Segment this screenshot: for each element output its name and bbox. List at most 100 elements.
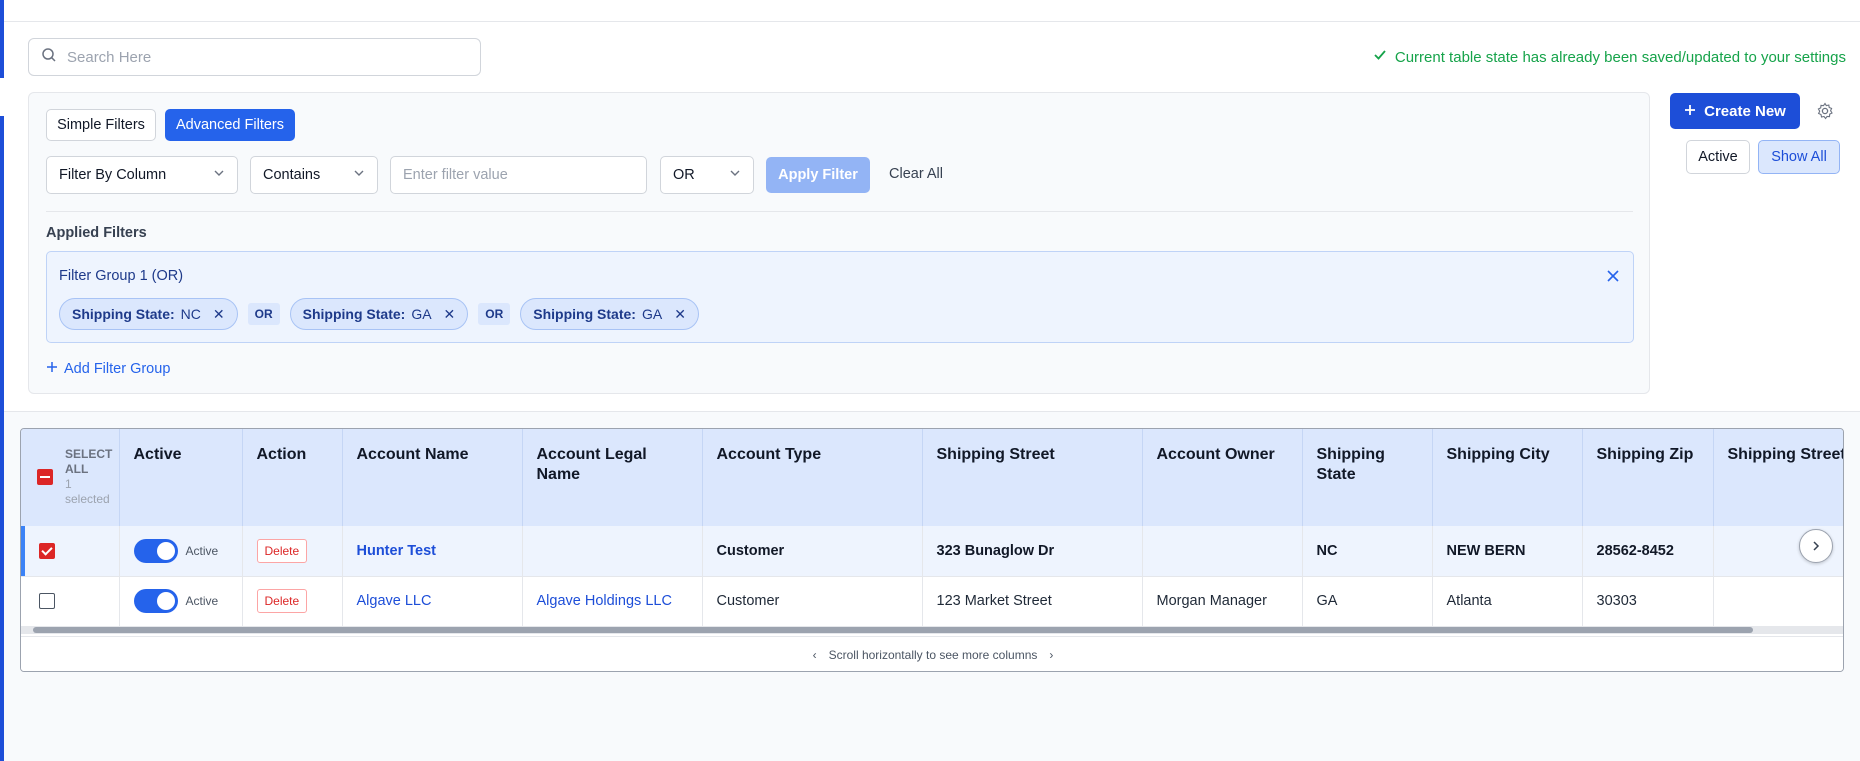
controls-panel: Current table state has already been sav…: [4, 22, 1860, 412]
remove-chip-icon[interactable]: ✕: [213, 306, 225, 323]
legal-name-link[interactable]: Algave Holdings LLC: [537, 593, 672, 609]
column-header[interactable]: Account Type: [702, 429, 923, 526]
filter-chip[interactable]: Shipping State: GA ✕: [520, 298, 699, 330]
check-icon: [1373, 48, 1387, 66]
shipping-city-cell: Atlanta: [1432, 576, 1583, 627]
chevron-down-icon: [729, 167, 741, 183]
table-row[interactable]: Active Delete Algave LLC Algave Holdings…: [21, 576, 1843, 627]
shipping-state-cell: GA: [1302, 576, 1433, 627]
scroll-hint-text: Scroll horizontally to see more columns: [828, 647, 1038, 662]
column-header[interactable]: Shipping Zip: [1582, 429, 1714, 526]
view-active-button[interactable]: Active: [1686, 140, 1750, 174]
chip-value: NC: [180, 306, 201, 322]
top-header-strip: [4, 0, 1860, 22]
column-header[interactable]: Shipping Street: [1713, 429, 1843, 526]
or-connector: OR: [478, 303, 511, 325]
divider: [46, 211, 1633, 212]
plus-icon: [1684, 103, 1696, 120]
saved-status: Current table state has already been sav…: [1373, 48, 1846, 66]
active-toggle-label: Active: [185, 543, 219, 558]
plus-icon: [46, 361, 58, 377]
delete-button[interactable]: Delete: [256, 538, 308, 563]
row-checkbox[interactable]: [39, 542, 55, 559]
remove-chip-icon[interactable]: ✕: [674, 306, 686, 323]
shipping-city-cell: NEW BERN: [1432, 526, 1583, 577]
search-icon: [41, 47, 57, 67]
tab-advanced-filters[interactable]: Advanced Filters: [165, 109, 295, 141]
search-box[interactable]: [28, 38, 481, 76]
filter-value-input[interactable]: [390, 156, 647, 194]
column-header[interactable]: Account Owner: [1142, 429, 1303, 526]
add-filter-group-button[interactable]: Add Filter Group: [46, 361, 170, 377]
chevron-down-icon: [353, 167, 365, 183]
filter-panel: Simple Filters Advanced Filters Filter B…: [28, 92, 1650, 394]
delete-button[interactable]: Delete: [256, 589, 308, 613]
create-new-label: Create New: [1704, 102, 1786, 120]
shipping-zip-cell: 30303: [1582, 576, 1714, 627]
shipping-zip-cell: 28562-8452: [1582, 526, 1714, 577]
shipping-state-cell: NC: [1302, 526, 1433, 577]
chip-value: GA: [641, 306, 663, 322]
filter-chips: Shipping State: NC ✕ OR Shipping State: …: [59, 298, 699, 330]
table-row[interactable]: Active Delete Hunter Test Customer 323 B…: [21, 526, 1843, 577]
scrollbar-thumb[interactable]: [33, 627, 1753, 633]
select-all-header[interactable]: SELECT ALL 1 selected: [21, 429, 120, 526]
accounts-table: SELECT ALL 1 selected Active Action Acco…: [20, 428, 1844, 672]
filter-group: Filter Group 1 (OR) Shipping State: NC ✕…: [46, 251, 1634, 343]
chevron-left-icon: ‹: [812, 647, 817, 662]
select-all-checkbox[interactable]: [37, 469, 53, 485]
column-header[interactable]: Active: [119, 429, 243, 526]
chevron-down-icon: [213, 167, 225, 183]
shipping-street-2-cell: [1713, 576, 1843, 627]
remove-chip-icon[interactable]: ✕: [444, 306, 456, 323]
select-all-label: SELECT ALL 1 selected: [65, 447, 113, 506]
column-header[interactable]: Account Name: [342, 429, 523, 526]
create-new-button[interactable]: Create New: [1670, 93, 1800, 129]
row-checkbox[interactable]: [39, 593, 55, 610]
active-toggle[interactable]: [133, 589, 178, 613]
clear-all-button[interactable]: Clear All: [889, 166, 943, 182]
apply-filter-button[interactable]: Apply Filter: [766, 157, 870, 193]
chip-value: GA: [411, 306, 432, 322]
filter-operator-select[interactable]: Contains: [250, 156, 378, 194]
shipping-street-cell: 323 Bunaglow Dr: [922, 526, 1143, 577]
filter-logic-value: OR: [673, 167, 695, 183]
filter-chip[interactable]: Shipping State: NC ✕: [59, 298, 238, 330]
filter-operator-value: Contains: [263, 167, 321, 183]
view-show-all-button[interactable]: Show All: [1758, 140, 1840, 174]
column-header[interactable]: Account Legal Name: [522, 429, 703, 526]
add-filter-group-label: Add Filter Group: [64, 361, 171, 377]
or-connector: OR: [247, 303, 280, 325]
filter-column-select[interactable]: Filter By Column: [46, 156, 238, 194]
chip-field: Shipping State:: [302, 306, 406, 322]
table-header-row: SELECT ALL 1 selected Active Action Acco…: [21, 429, 1843, 526]
chip-field: Shipping State:: [72, 306, 175, 322]
chevron-right-icon[interactable]: [1799, 529, 1833, 563]
search-input[interactable]: [67, 48, 467, 66]
saved-status-text: Current table state has already been sav…: [1394, 48, 1846, 66]
scroll-hint: ‹ Scroll horizontally to see more column…: [21, 636, 1843, 671]
active-toggle[interactable]: [133, 538, 178, 563]
close-icon[interactable]: [1607, 266, 1619, 287]
filter-chip[interactable]: Shipping State: GA ✕: [289, 298, 469, 330]
gear-icon[interactable]: [1816, 102, 1834, 120]
filter-column-value: Filter By Column: [59, 167, 167, 183]
active-toggle-label: Active: [185, 594, 219, 608]
filter-logic-select[interactable]: OR: [660, 156, 754, 194]
account-type-cell: Customer: [702, 576, 923, 627]
chevron-right-icon: ›: [1049, 647, 1054, 662]
chip-field: Shipping State:: [533, 306, 636, 322]
tab-simple-filters[interactable]: Simple Filters: [46, 109, 156, 141]
filter-group-title: Filter Group 1 (OR): [59, 268, 184, 284]
column-header[interactable]: Shipping Street: [922, 429, 1143, 526]
account-owner-cell: [1142, 526, 1303, 577]
column-header[interactable]: Shipping City: [1432, 429, 1583, 526]
account-name-link[interactable]: Hunter Test: [357, 543, 437, 559]
column-header[interactable]: Action: [242, 429, 343, 526]
shipping-street-cell: 123 Market Street: [922, 576, 1143, 627]
horizontal-scrollbar[interactable]: [21, 626, 1843, 634]
account-owner-cell: Morgan Manager: [1142, 576, 1303, 627]
account-type-cell: Customer: [702, 526, 923, 577]
account-name-link[interactable]: Algave LLC: [357, 593, 432, 609]
column-header[interactable]: Shipping State: [1302, 429, 1433, 526]
